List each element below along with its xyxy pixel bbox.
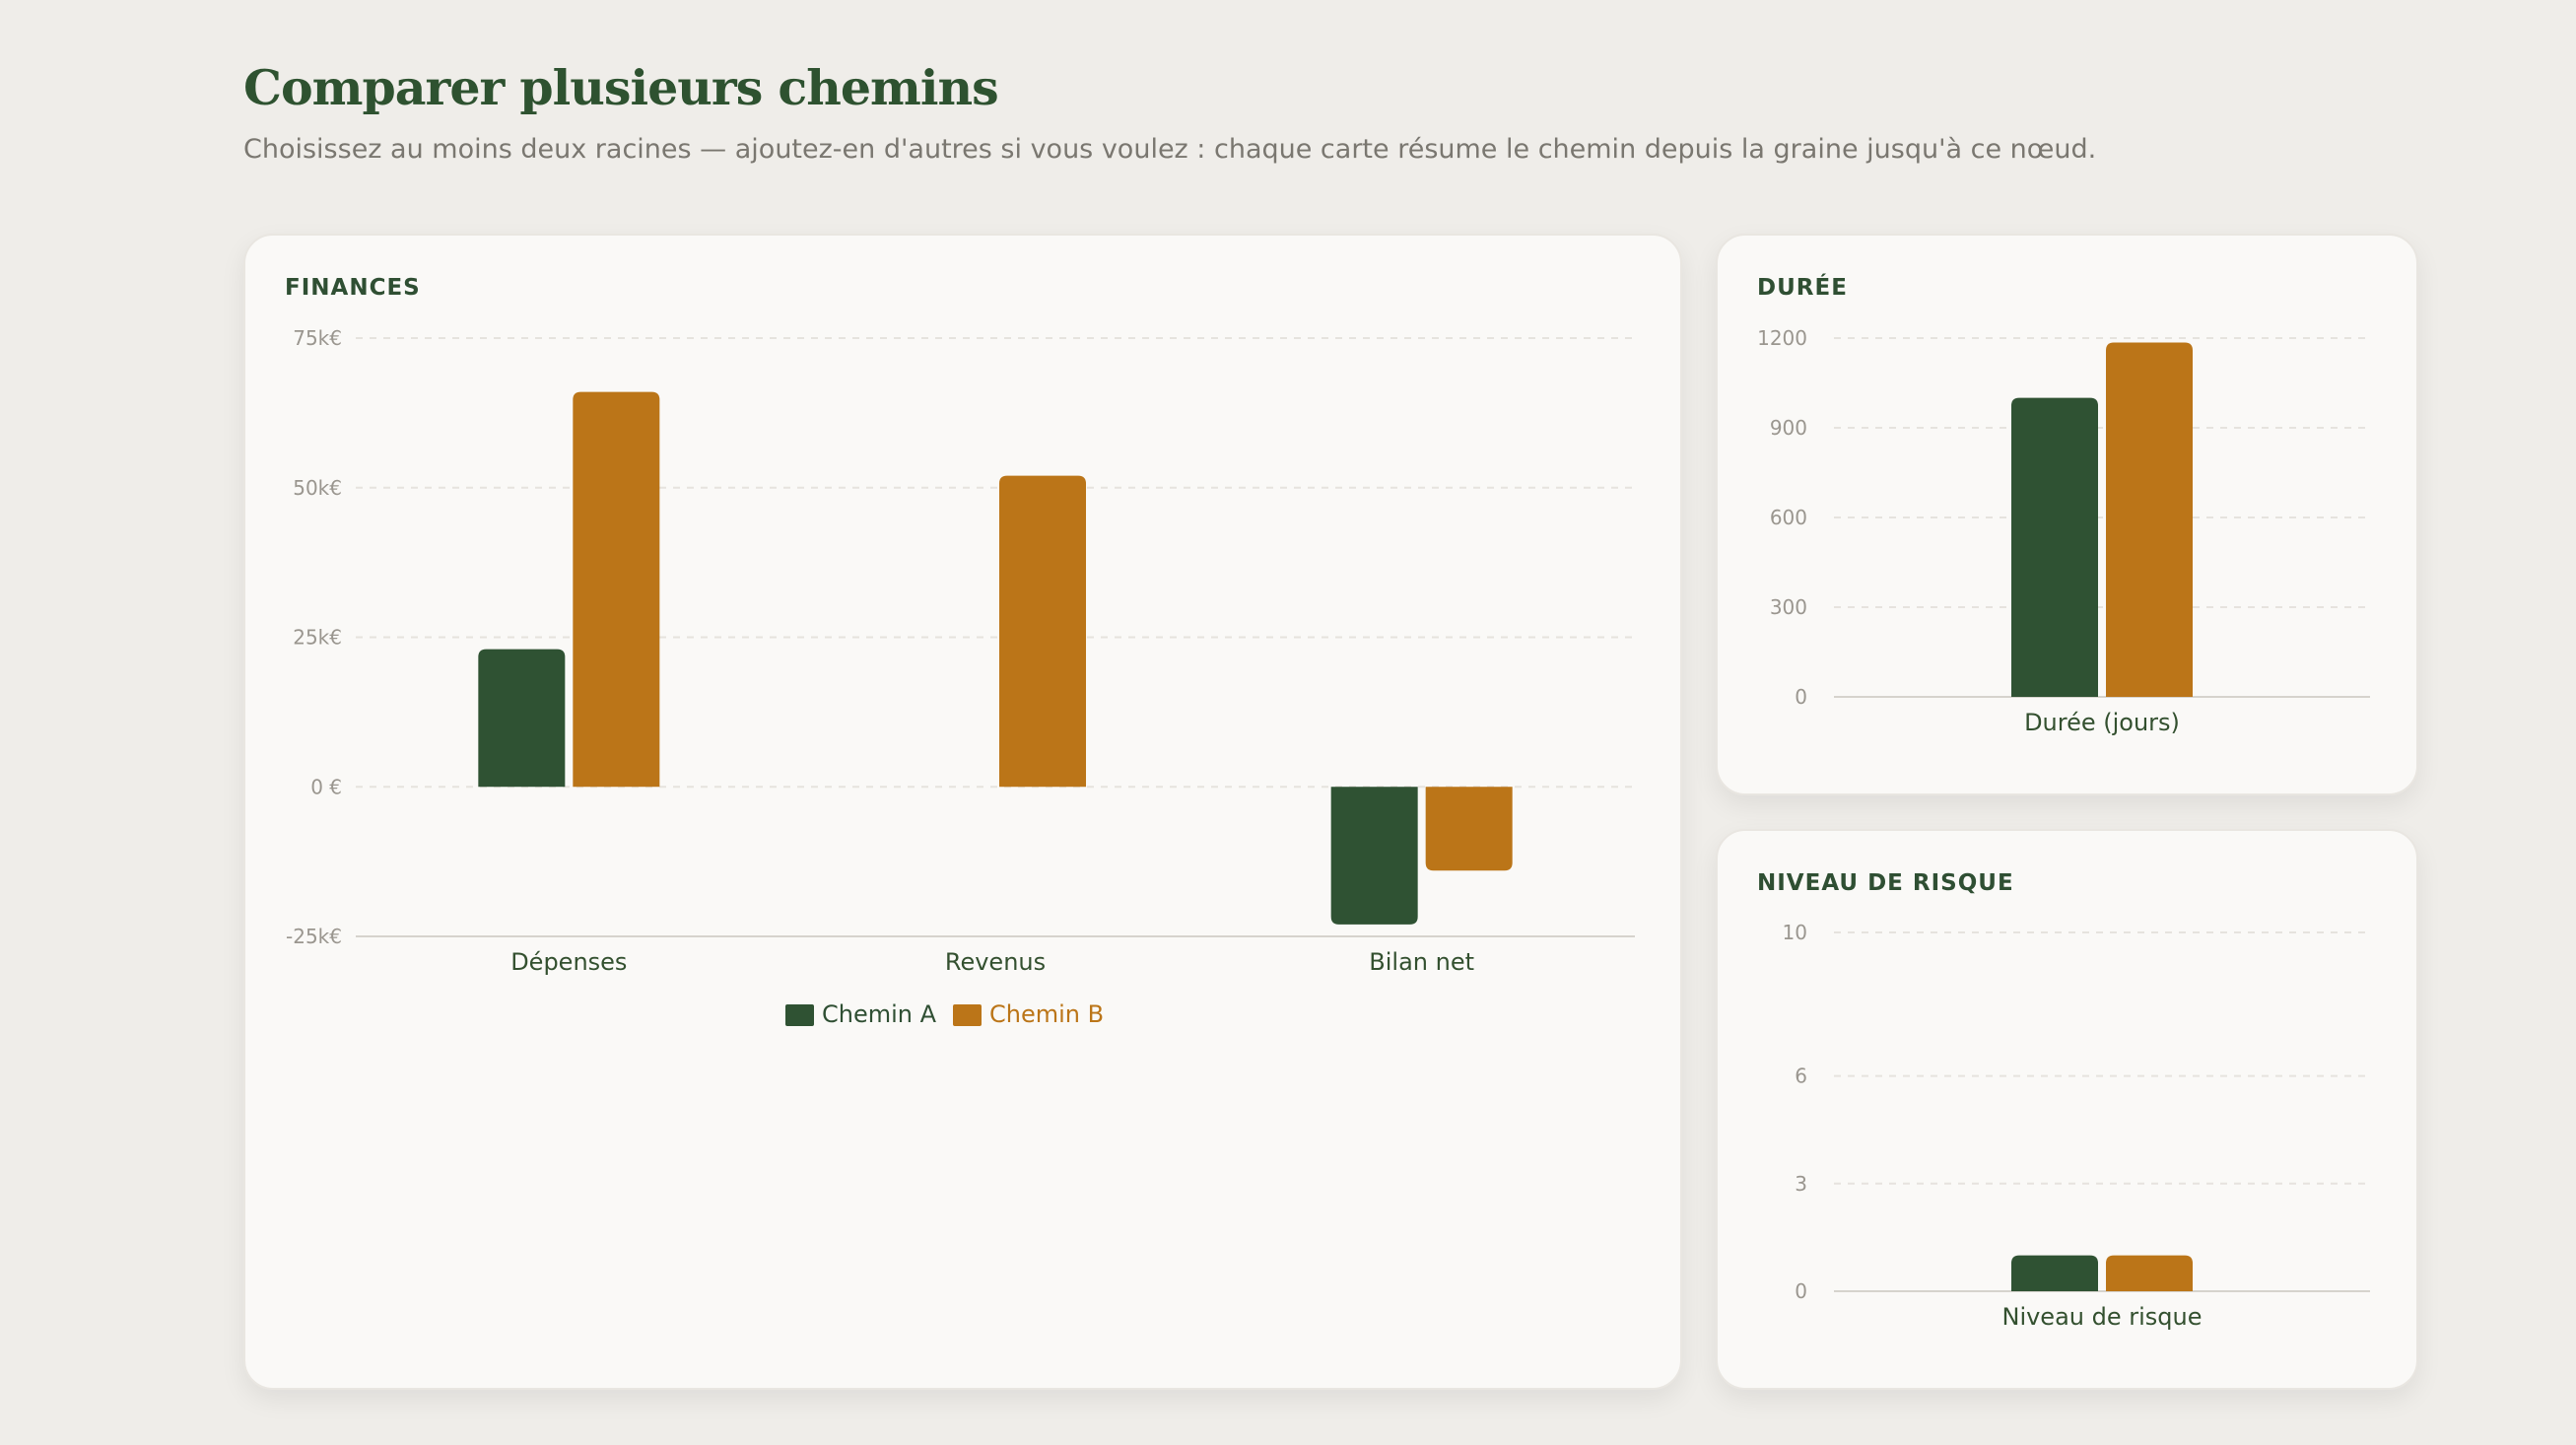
risque-ytick-label: 0	[1795, 1279, 1807, 1303]
finances-card: FINANCES 75k€ 50k€ 25k€ 0 € -25k€ Dépenses Rev…	[243, 234, 1682, 1390]
risque-ytick-label: 3	[1795, 1172, 1807, 1196]
risque-category-label: Niveau de risque	[2001, 1303, 2202, 1331]
duree-ytick-label: 600	[1770, 506, 1807, 529]
finances-ytick-label: 50k€	[293, 476, 342, 500]
risque-ytick-label: 6	[1795, 1065, 1807, 1088]
duree-card: DURÉE 1200 900 600 300 0 Durée (jours)	[1716, 234, 2418, 795]
legend-swatch-chemin-b	[953, 1004, 982, 1026]
legend-swatch-chemin-a	[785, 1004, 814, 1026]
risque-card: NIVEAU DE RISQUE 10 6 3 0 Niveau de risque	[1716, 829, 2418, 1390]
finances-bar-chemin-a	[1330, 787, 1418, 925]
duree-chart: 1200 900 600 300 0 Durée (jours)	[1757, 326, 2370, 736]
duree-ytick-label: 0	[1795, 685, 1807, 709]
finances-category-label: Revenus	[945, 948, 1046, 976]
duree-ytick-label: 900	[1770, 416, 1807, 440]
finances-ytick-label: 75k€	[293, 326, 342, 350]
duree-category-label: Durée (jours)	[2024, 709, 2180, 736]
legend-label-chemin-a: Chemin A	[822, 1000, 937, 1028]
finances-category-label: Dépenses	[510, 948, 627, 976]
finances-bar-chemin-b	[1425, 787, 1513, 871]
finances-bar-chemin-a	[478, 649, 566, 788]
finances-category-label: Bilan net	[1369, 948, 1474, 976]
duree-ytick-label: 1200	[1757, 326, 1807, 350]
legend-label-chemin-b: Chemin B	[989, 1000, 1104, 1028]
duree-bar-chemin-b	[2106, 342, 2193, 697]
risque-ytick-label: 10	[1783, 921, 1807, 944]
finances-bar-chemin-b	[573, 391, 660, 788]
risque-bar-chemin-b	[2106, 1255, 2193, 1291]
duree-ytick-label: 300	[1770, 595, 1807, 619]
finances-chart: 75k€ 50k€ 25k€ 0 € -25k€ Dépenses Revenus Bilan…	[286, 326, 1635, 1028]
duree-bar-chemin-a	[2011, 397, 2098, 697]
risque-bar-chemin-a	[2011, 1255, 2098, 1291]
risque-chart: 10 6 3 0 Niveau de risque	[1783, 921, 2370, 1331]
page-title: Comparer plusieurs chemins	[243, 59, 999, 116]
page-subtitle: Choisissez au moins deux racines — ajout…	[243, 134, 2097, 165]
finances-ytick-label: -25k€	[286, 925, 342, 948]
finances-bar-chemin-b	[999, 475, 1086, 788]
finances-ytick-label: 25k€	[293, 626, 342, 650]
finances-ytick-label: 0 €	[310, 775, 342, 798]
